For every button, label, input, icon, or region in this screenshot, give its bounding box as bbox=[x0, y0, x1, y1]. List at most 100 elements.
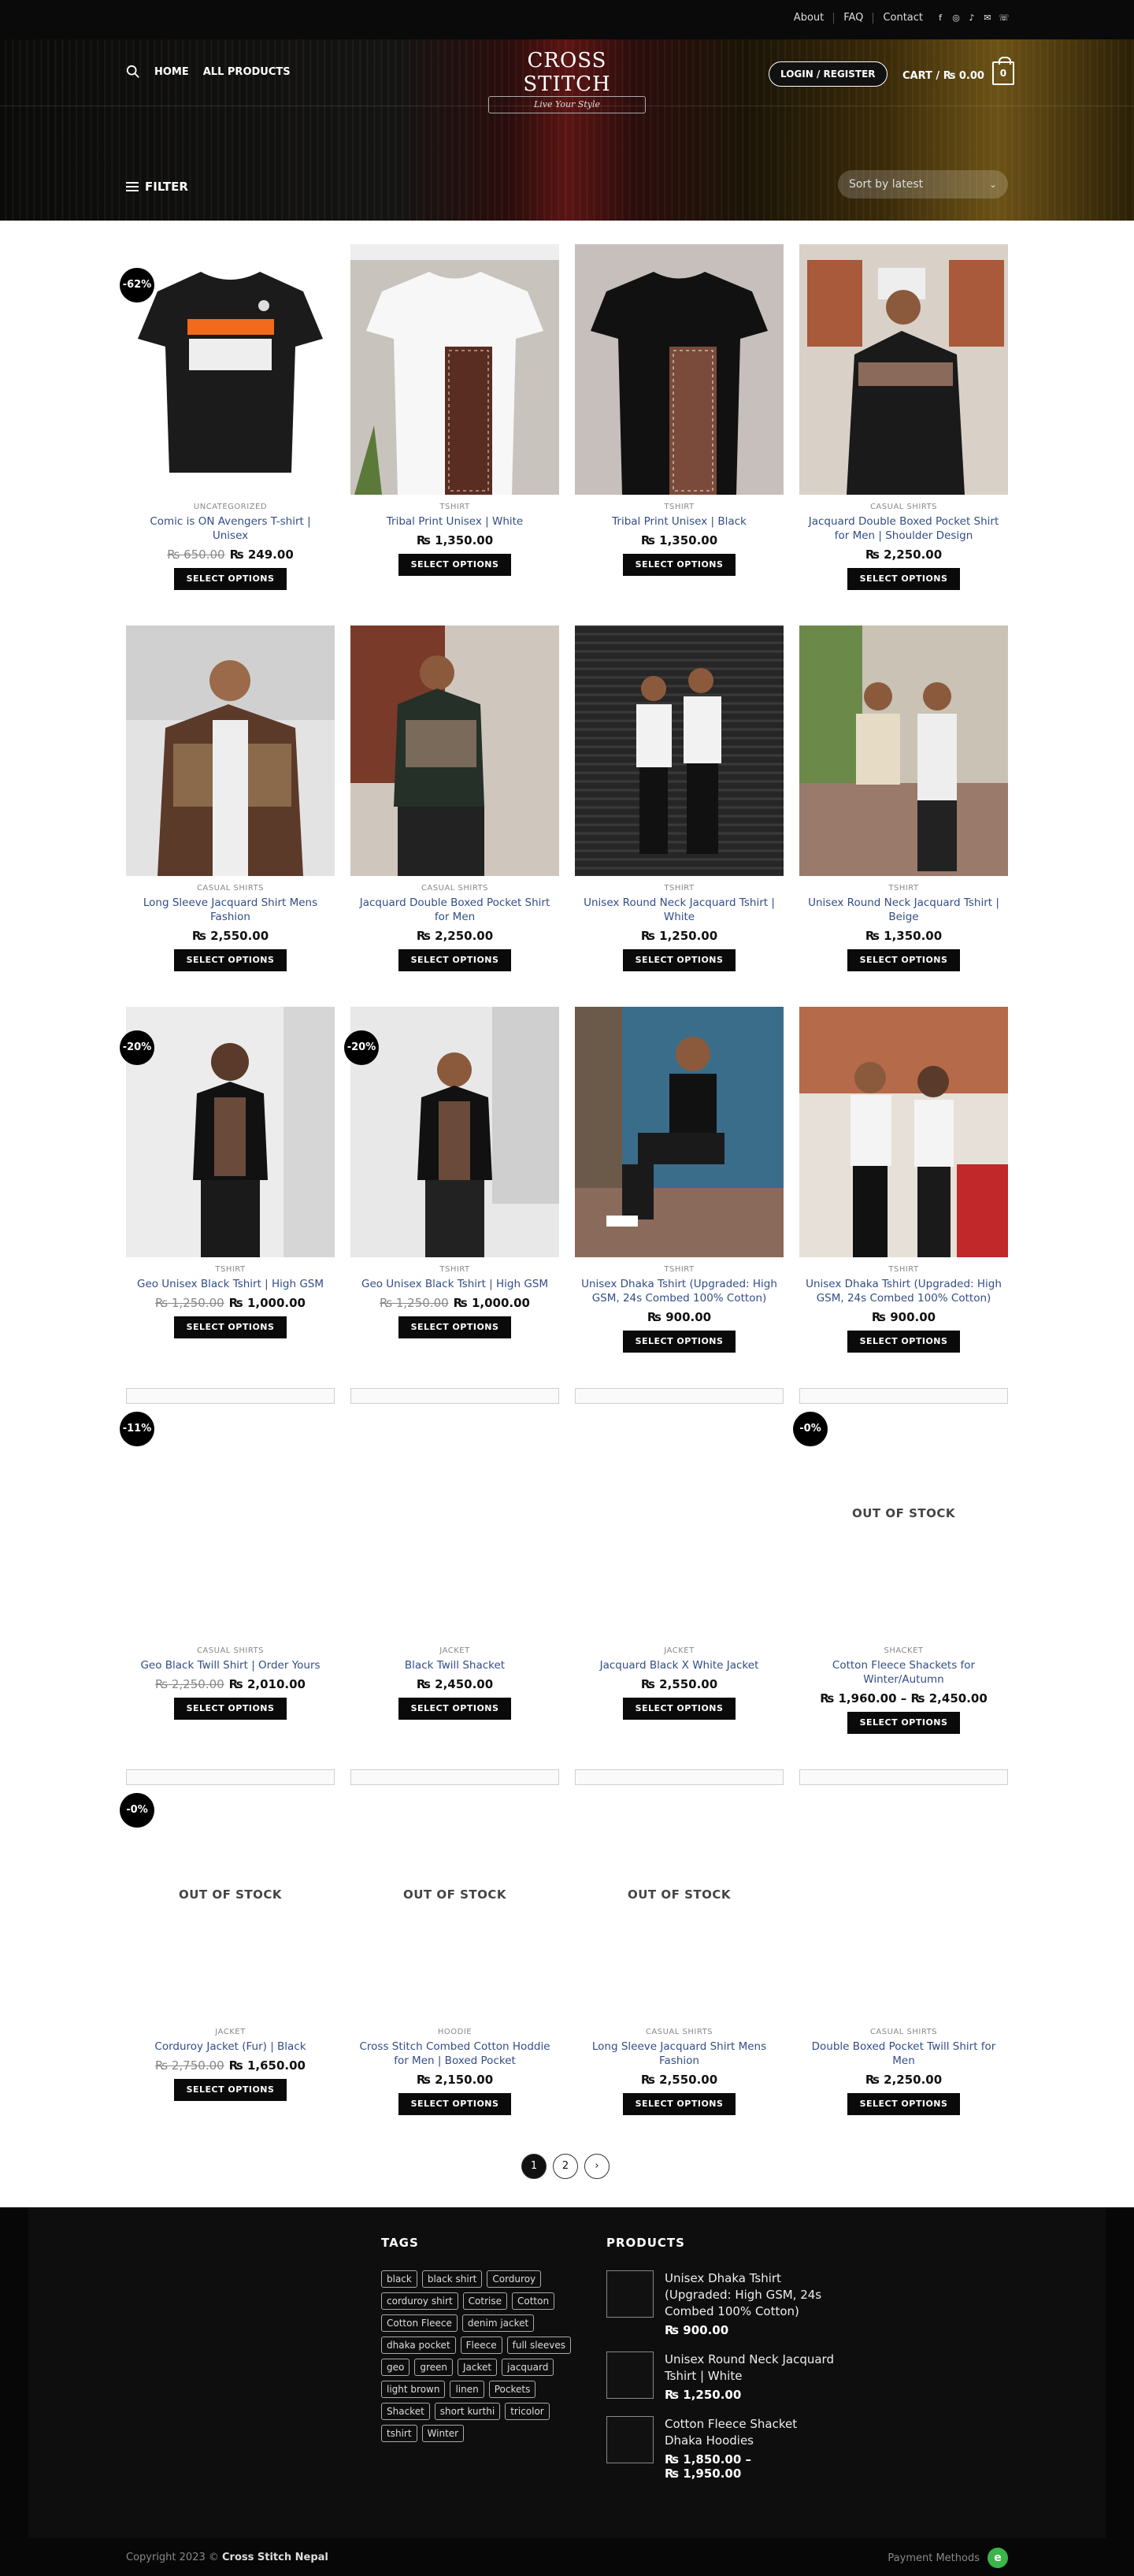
select-options-button[interactable]: SELECT OPTIONS bbox=[622, 2093, 736, 2115]
product-category[interactable]: CASUAL SHIRTS bbox=[126, 1646, 335, 1655]
footer-product-title[interactable]: Unisex Dhaka Tshirt (Upgraded: High GSM,… bbox=[665, 2270, 835, 2320]
product-title[interactable]: Cotton Fleece Shackets for Winter/Autumn bbox=[799, 1658, 1008, 1687]
sort-select[interactable]: Sort by latest ⌄ bbox=[838, 170, 1008, 199]
broken-image-icon[interactable] bbox=[350, 1769, 559, 1785]
tag-link[interactable]: corduroy shirt bbox=[381, 2292, 458, 2310]
footer-product-title[interactable]: Unisex Round Neck Jacquard Tshirt | Whit… bbox=[665, 2351, 835, 2385]
product-image[interactable] bbox=[126, 625, 335, 876]
select-options-button[interactable]: SELECT OPTIONS bbox=[173, 2079, 287, 2101]
product-category[interactable]: JACKET bbox=[575, 1646, 784, 1655]
login-register-button[interactable]: LOGIN / REGISTER bbox=[769, 61, 888, 87]
tag-link[interactable]: black bbox=[381, 2270, 417, 2288]
footer-product-title[interactable]: Cotton Fleece Shacket Dhaka Hoodies bbox=[665, 2416, 835, 2449]
product-category[interactable]: TSHIRT bbox=[799, 1265, 1008, 1274]
product-title[interactable]: Geo Unisex Black Tshirt | High GSM bbox=[126, 1277, 335, 1291]
product-title[interactable]: Corduroy Jacket (Fur) | Black bbox=[126, 2040, 335, 2054]
tag-link[interactable]: full sleeves bbox=[506, 2337, 572, 2354]
product-title[interactable]: Unisex Round Neck Jacquard Tshirt | Beig… bbox=[799, 896, 1008, 924]
select-options-button[interactable]: SELECT OPTIONS bbox=[847, 1712, 961, 1734]
product-category[interactable]: CASUAL SHIRTS bbox=[575, 2028, 784, 2036]
footer-product[interactable]: Unisex Dhaka Tshirt (Upgraded: High GSM,… bbox=[606, 2270, 835, 2337]
tag-link[interactable]: Jacket bbox=[458, 2359, 498, 2376]
broken-image-icon[interactable] bbox=[126, 1388, 335, 1404]
product-image[interactable] bbox=[126, 244, 335, 495]
broken-image-icon[interactable] bbox=[575, 1388, 784, 1404]
product-category[interactable]: TSHIRT bbox=[575, 503, 784, 511]
product-title[interactable]: Cross Stitch Combed Cotton Hoddie for Me… bbox=[350, 2040, 559, 2068]
product-image[interactable] bbox=[350, 1007, 559, 1257]
tag-link[interactable]: Shacket bbox=[381, 2403, 430, 2420]
select-options-button[interactable]: SELECT OPTIONS bbox=[622, 1331, 736, 1353]
tag-link[interactable]: short kurthi bbox=[434, 2403, 501, 2420]
product-title[interactable]: Unisex Round Neck Jacquard Tshirt | Whit… bbox=[575, 896, 784, 924]
product-category[interactable]: TSHIRT bbox=[350, 1265, 559, 1274]
select-options-button[interactable]: SELECT OPTIONS bbox=[847, 568, 961, 590]
product-category[interactable]: JACKET bbox=[350, 1646, 559, 1655]
select-options-button[interactable]: SELECT OPTIONS bbox=[847, 949, 961, 971]
broken-image-icon[interactable] bbox=[799, 1388, 1008, 1404]
product-category[interactable]: TSHIRT bbox=[350, 503, 559, 511]
product-category[interactable]: TSHIRT bbox=[126, 1265, 335, 1274]
search-icon[interactable] bbox=[126, 65, 140, 79]
product-title[interactable]: Geo Black Twill Shirt | Order Yours bbox=[126, 1658, 335, 1672]
broken-image-icon[interactable] bbox=[350, 1388, 559, 1404]
product-title[interactable]: Tribal Print Unisex | Black bbox=[575, 514, 784, 529]
product-title[interactable]: Tribal Print Unisex | White bbox=[350, 514, 559, 529]
product-title[interactable]: Unisex Dhaka Tshirt (Upgraded: High GSM,… bbox=[799, 1277, 1008, 1305]
select-options-button[interactable]: SELECT OPTIONS bbox=[398, 949, 512, 971]
tag-link[interactable]: tshirt bbox=[381, 2425, 417, 2442]
tag-link[interactable]: tricolor bbox=[505, 2403, 550, 2420]
broken-image-icon[interactable] bbox=[799, 1769, 1008, 1785]
tag-link[interactable]: light brown bbox=[381, 2381, 446, 2398]
footer-product-image[interactable] bbox=[606, 2416, 654, 2463]
tag-link[interactable]: Corduroy bbox=[487, 2270, 542, 2288]
tag-link[interactable]: black shirt bbox=[421, 2270, 483, 2288]
product-category[interactable]: TSHIRT bbox=[575, 1265, 784, 1274]
nav-home[interactable]: HOME bbox=[154, 66, 189, 78]
product-category[interactable]: JACKET bbox=[126, 2028, 335, 2036]
select-options-button[interactable]: SELECT OPTIONS bbox=[398, 2093, 512, 2115]
product-title[interactable]: Black Twill Shacket bbox=[350, 1658, 559, 1672]
product-image[interactable] bbox=[350, 625, 559, 876]
product-category[interactable]: SHACKET bbox=[799, 1646, 1008, 1655]
tag-link[interactable]: Pockets bbox=[488, 2381, 536, 2398]
select-options-button[interactable]: SELECT OPTIONS bbox=[173, 568, 287, 590]
footer-product[interactable]: Cotton Fleece Shacket Dhaka Hoodies ₨ 1,8… bbox=[606, 2416, 835, 2481]
tiktok-icon[interactable]: ♪ bbox=[967, 13, 976, 23]
product-image[interactable] bbox=[575, 625, 784, 876]
cart-button[interactable]: CART / ₨ 0.00 0 bbox=[902, 57, 1014, 85]
product-image[interactable] bbox=[799, 1007, 1008, 1257]
product-category[interactable]: CASUAL SHIRTS bbox=[350, 884, 559, 893]
footer-product-image[interactable] bbox=[606, 2351, 654, 2399]
next-page-button[interactable]: › bbox=[584, 2154, 610, 2179]
select-options-button[interactable]: SELECT OPTIONS bbox=[173, 949, 287, 971]
product-title[interactable]: Geo Unisex Black Tshirt | High GSM bbox=[350, 1277, 559, 1291]
tag-link[interactable]: dhaka pocket bbox=[381, 2337, 456, 2354]
page-2[interactable]: 2 bbox=[553, 2154, 578, 2179]
product-image[interactable] bbox=[575, 1007, 784, 1257]
nav-all-products[interactable]: ALL PRODUCTS bbox=[203, 66, 291, 78]
tag-link[interactable]: geo bbox=[381, 2359, 410, 2376]
product-image[interactable] bbox=[799, 244, 1008, 495]
select-options-button[interactable]: SELECT OPTIONS bbox=[847, 2093, 961, 2115]
product-title[interactable]: Unisex Dhaka Tshirt (Upgraded: High GSM,… bbox=[575, 1277, 784, 1305]
select-options-button[interactable]: SELECT OPTIONS bbox=[398, 1698, 512, 1720]
instagram-icon[interactable]: ◎ bbox=[951, 13, 961, 23]
page-1[interactable]: 1 bbox=[521, 2154, 547, 2179]
tag-link[interactable]: jacquard bbox=[502, 2359, 554, 2376]
select-options-button[interactable]: SELECT OPTIONS bbox=[398, 1316, 512, 1338]
product-category[interactable]: UNCATEGORIZED bbox=[126, 503, 335, 511]
tag-link[interactable]: Cotton bbox=[511, 2292, 555, 2310]
tag-link[interactable]: Cotton Fleece bbox=[381, 2314, 458, 2332]
product-title[interactable]: Jacquard Double Boxed Pocket Shirt for M… bbox=[799, 514, 1008, 543]
product-title[interactable]: Long Sleeve Jacquard Shirt Mens Fashion bbox=[575, 2040, 784, 2068]
select-options-button[interactable]: SELECT OPTIONS bbox=[622, 1698, 736, 1720]
broken-image-icon[interactable] bbox=[575, 1769, 784, 1785]
broken-image-icon[interactable] bbox=[126, 1769, 335, 1785]
tag-link[interactable]: linen bbox=[450, 2381, 484, 2398]
tag-link[interactable]: Fleece bbox=[460, 2337, 502, 2354]
facebook-icon[interactable]: f bbox=[936, 13, 945, 23]
tag-link[interactable]: Cotrise bbox=[462, 2292, 507, 2310]
product-category[interactable]: CASUAL SHIRTS bbox=[799, 503, 1008, 511]
tag-link[interactable]: green bbox=[414, 2359, 454, 2376]
